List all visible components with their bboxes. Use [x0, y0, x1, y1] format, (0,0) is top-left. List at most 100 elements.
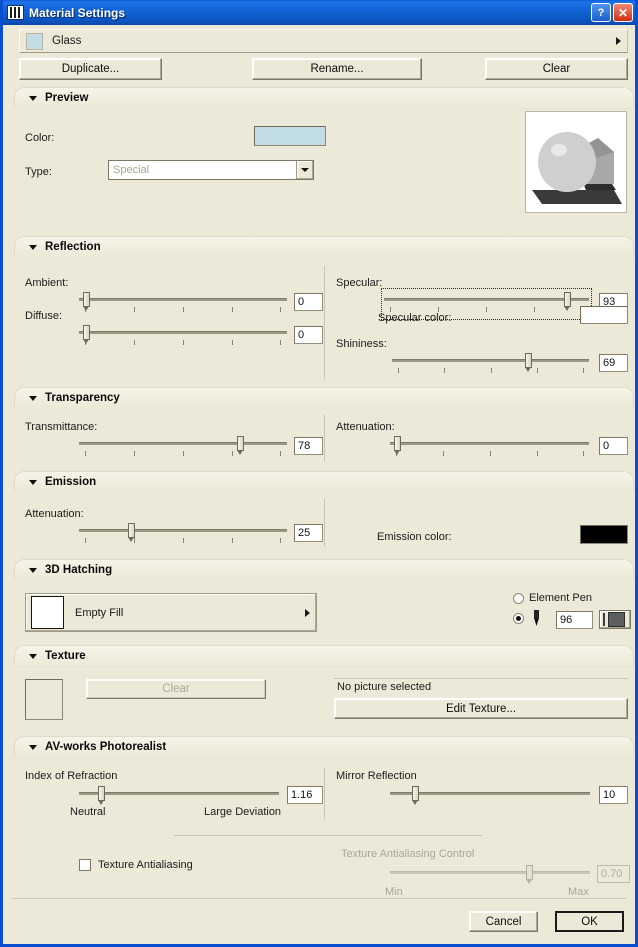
texture-status: No picture selected: [334, 678, 628, 695]
section-hatching-title: 3D Hatching: [45, 564, 113, 576]
diffuse-slider[interactable]: [79, 324, 287, 350]
column-divider: [324, 266, 325, 380]
section-texture-header[interactable]: Texture: [14, 645, 634, 666]
rename-button[interactable]: Rename...: [252, 58, 422, 80]
help-icon: ?: [597, 6, 605, 19]
transmittance-label: Transmittance:: [25, 421, 98, 433]
section-preview-header[interactable]: Preview: [14, 87, 634, 108]
help-button[interactable]: ?: [591, 3, 611, 22]
section-hatching-header[interactable]: 3D Hatching: [14, 559, 634, 580]
fill-selector[interactable]: Empty Fill: [25, 593, 317, 632]
type-value: Special: [113, 164, 150, 176]
section-photorealist-body: Index of Refraction 1.16 Neutral Large D…: [14, 757, 634, 905]
collapse-triangle-icon: [29, 653, 37, 659]
color-label: Color:: [25, 132, 55, 144]
close-icon: ✕: [617, 5, 629, 20]
type-dropdown[interactable]: Special: [108, 160, 314, 180]
collapse-triangle-icon: [29, 244, 37, 250]
section-preview-body: Color: Type: Special: [14, 108, 634, 231]
ior-min-label: Neutral: [70, 806, 106, 818]
mirror-slider[interactable]: [390, 785, 590, 811]
title-bar[interactable]: Material Settings ? ✕: [3, 0, 635, 25]
column-divider: [324, 499, 325, 547]
title-bar-buttons: ? ✕: [591, 3, 633, 22]
material-bars-icon: [7, 5, 24, 20]
specular-label: Specular:: [336, 277, 383, 289]
material-name: Glass: [52, 35, 82, 47]
shininess-value[interactable]: 69: [599, 354, 628, 372]
preview-render-image: [526, 112, 626, 212]
footer-divider: [12, 898, 626, 899]
aa-control-slider: [390, 864, 590, 890]
color-swatch[interactable]: [254, 126, 326, 146]
ior-value[interactable]: 1.16: [287, 786, 323, 804]
window-title: Material Settings: [29, 5, 126, 20]
material-swatch: [26, 32, 43, 50]
transparency-attenuation-label: Attenuation:: [336, 421, 395, 433]
material-selector[interactable]: Glass: [19, 29, 628, 53]
section-reflection: Reflection Ambient: 0 Diffuse: 0 Specula…: [14, 236, 634, 391]
aa-min-label: Min: [385, 886, 403, 898]
shininess-label: Shininess:: [336, 338, 387, 350]
aa-control-value: 0.70: [597, 865, 630, 883]
texture-clear-button: Clear: [86, 679, 266, 699]
texture-swatch[interactable]: [25, 679, 63, 720]
ambient-value[interactable]: 0: [294, 293, 323, 311]
ior-label: Index of Refraction: [25, 770, 118, 782]
transmittance-value[interactable]: 78: [294, 437, 323, 455]
transparency-attenuation-value[interactable]: 0: [599, 437, 628, 455]
cancel-button[interactable]: Cancel: [469, 911, 538, 932]
emission-color-label: Emission color:: [377, 531, 452, 543]
section-reflection-header[interactable]: Reflection: [14, 236, 634, 257]
chevron-right-icon: [616, 37, 621, 45]
texture-antialiasing-checkbox[interactable]: [79, 859, 91, 871]
chevron-down-icon[interactable]: [296, 161, 313, 179]
emission-color-swatch[interactable]: [580, 525, 628, 544]
section-photorealist-header[interactable]: AV-works Photorealist: [14, 736, 634, 757]
section-emission-header[interactable]: Emission: [14, 471, 634, 492]
element-pen-label: Element Pen: [529, 592, 592, 604]
section-photorealist: AV-works Photorealist Index of Refractio…: [14, 736, 634, 905]
emission-attenuation-label: Attenuation:: [25, 508, 84, 520]
section-emission: Emission Attenuation: 25 Emission color:: [14, 471, 634, 551]
section-preview: Preview Color: Type: Special: [14, 87, 634, 231]
material-settings-window: Material Settings ? ✕ Glass Duplicate...…: [0, 0, 638, 947]
preview-render: [525, 111, 627, 213]
aa-control-label: Texture Antialiasing Control: [341, 848, 475, 860]
chevron-right-icon: [305, 608, 310, 617]
specular-color-swatch[interactable]: [580, 306, 628, 324]
close-button[interactable]: ✕: [613, 3, 633, 22]
section-transparency-header[interactable]: Transparency: [14, 387, 634, 408]
ambient-slider[interactable]: [79, 291, 287, 317]
duplicate-button[interactable]: Duplicate...: [19, 58, 162, 80]
mirror-value[interactable]: 10: [599, 786, 628, 804]
edit-texture-button[interactable]: Edit Texture...: [334, 698, 628, 719]
fill-swatch: [31, 596, 64, 629]
specular-color-label: Specular color:: [378, 312, 452, 324]
emission-attenuation-slider[interactable]: [79, 522, 287, 548]
shininess-slider[interactable]: [392, 352, 589, 378]
section-texture-body: Clear No picture selected Edit Texture..…: [14, 666, 634, 732]
fill-name: Empty Fill: [75, 606, 124, 619]
material-actions: Duplicate... Rename... Clear: [19, 58, 628, 80]
section-emission-title: Emission: [45, 476, 97, 488]
clear-material-button[interactable]: Clear: [485, 58, 628, 80]
element-pen-radio[interactable]: [513, 593, 524, 604]
group-divider: [174, 835, 482, 836]
pen-weight-value[interactable]: 96: [556, 611, 593, 629]
transparency-attenuation-slider[interactable]: [390, 435, 589, 461]
section-hatching-body: Empty Fill Element Pen 96: [14, 580, 634, 642]
section-texture-title: Texture: [45, 650, 86, 662]
section-photorealist-title: AV-works Photorealist: [45, 741, 167, 753]
ok-button[interactable]: OK: [555, 911, 624, 932]
custom-pen-radio[interactable]: [513, 613, 524, 624]
transmittance-slider[interactable]: [79, 435, 287, 461]
diffuse-value[interactable]: 0: [294, 326, 323, 344]
collapse-triangle-icon: [29, 567, 37, 573]
column-divider: [324, 415, 325, 461]
section-transparency-body: Transmittance: 78 Attenuation: 0: [14, 408, 634, 464]
pen-style-button[interactable]: [599, 610, 631, 629]
emission-attenuation-value[interactable]: 25: [294, 524, 323, 542]
section-hatching: 3D Hatching Empty Fill Element Pen 96: [14, 559, 634, 642]
mirror-label: Mirror Reflection: [336, 770, 417, 782]
